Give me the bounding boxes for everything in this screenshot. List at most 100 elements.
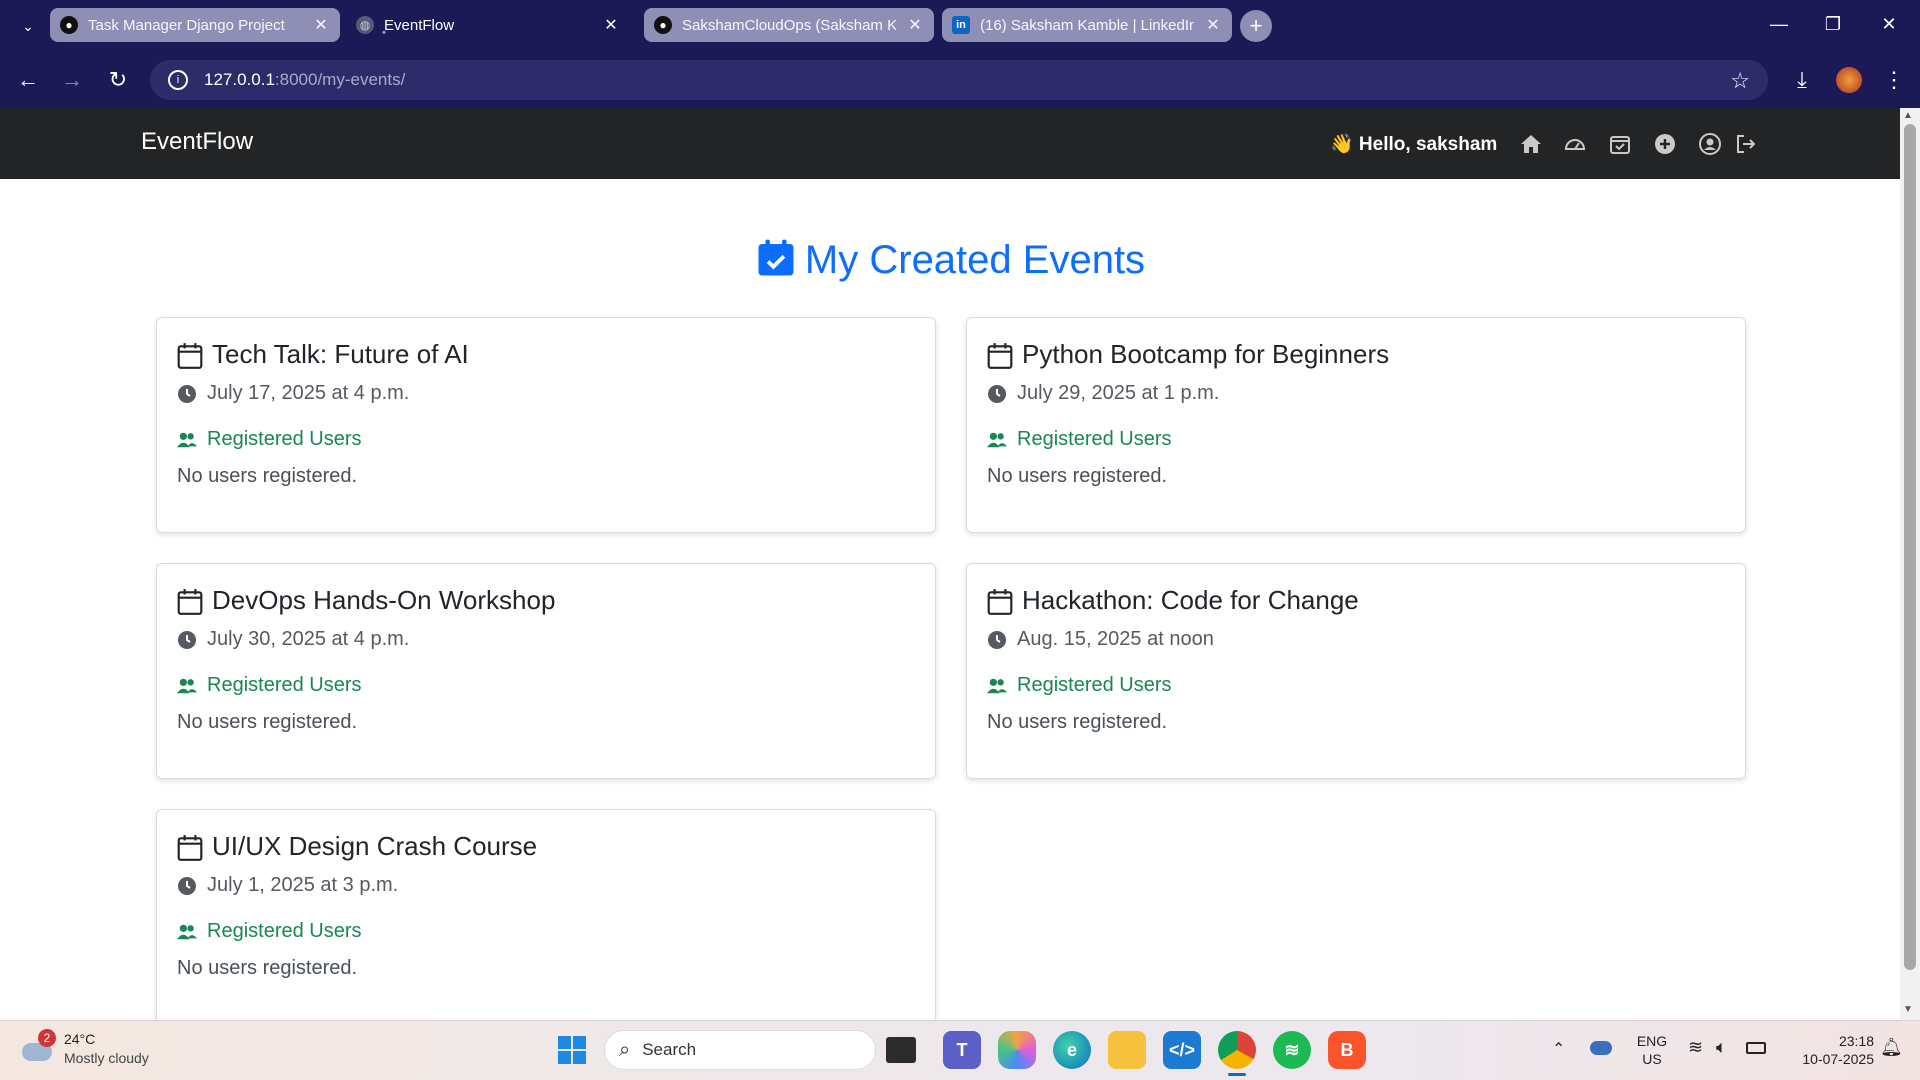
linkedin-icon: in — [952, 16, 970, 34]
profile-avatar[interactable] — [1836, 67, 1862, 93]
github-icon: ● — [60, 16, 78, 34]
scroll-up-icon[interactable]: ▲ — [1903, 110, 1913, 121]
back-icon[interactable]: ← — [12, 64, 44, 96]
window-close-icon[interactable]: ✕ — [1866, 6, 1912, 42]
user-circle-icon[interactable] — [1698, 132, 1722, 156]
tab-task-manager[interactable]: ● Task Manager Django Project ✕ — [50, 8, 340, 42]
copilot-icon[interactable] — [998, 1031, 1036, 1069]
event-date: July 1, 2025 at 3 p.m. — [207, 874, 399, 896]
weather-desc: Mostly cloudy — [64, 1050, 149, 1066]
file-explorer-icon[interactable] — [1108, 1031, 1146, 1069]
vscode-icon[interactable]: </> — [1163, 1031, 1201, 1069]
registered-users-empty: No users registered. — [177, 957, 358, 979]
address-bar[interactable]: i 127.0.0.1:8000/my-events/ ☆ — [150, 60, 1768, 100]
wifi-icon[interactable]: ≋ — [1688, 1037, 1703, 1058]
minimize-icon[interactable]: — — [1756, 6, 1802, 42]
battery-icon[interactable] — [1746, 1042, 1766, 1054]
language-indicator[interactable]: ENG US — [1630, 1032, 1674, 1068]
onedrive-icon[interactable] — [1590, 1041, 1612, 1055]
github-icon: ● — [654, 16, 672, 34]
taskbar-search[interactable]: ⌕ Search — [604, 1030, 876, 1070]
event-date: July 17, 2025 at 4 p.m. — [207, 382, 410, 404]
clock[interactable]: 23:18 10-07-2025 — [1780, 1032, 1874, 1068]
search-label: Search — [642, 1040, 697, 1059]
close-icon[interactable]: ✕ — [312, 15, 330, 35]
event-title: Tech Talk: Future of AI — [212, 339, 469, 369]
calendar-icon — [177, 835, 203, 861]
event-date: Aug. 15, 2025 at noon — [1017, 628, 1214, 650]
search-icon: ⌕ — [619, 1038, 631, 1061]
registered-users-empty: No users registered. — [987, 711, 1168, 733]
chevron-up-icon[interactable]: ⌃ — [1552, 1039, 1565, 1059]
notifications-icon[interactable]: 🔔︎ — [1880, 1037, 1903, 1058]
logout-icon[interactable] — [1734, 132, 1758, 156]
brand-logo[interactable]: EventFlow — [141, 128, 253, 156]
volume-icon[interactable]: 🔈︎ — [1716, 1037, 1727, 1058]
tab-github[interactable]: ● SakshamCloudOps (Saksham K ✕ — [644, 8, 934, 42]
event-date: July 30, 2025 at 4 p.m. — [207, 628, 410, 650]
brave-icon[interactable]: B — [1328, 1031, 1366, 1069]
site-navbar: EventFlow 👋 Hello, saksham — [0, 108, 1900, 179]
menu-icon[interactable]: ⋮ — [1878, 64, 1910, 96]
clock-date: 10-07-2025 — [1802, 1051, 1874, 1067]
globe-icon: ◍ — [356, 16, 374, 34]
weather-widget[interactable]: 2 24°C Mostly cloudy — [20, 1029, 180, 1073]
chrome-icon[interactable] — [1218, 1031, 1256, 1069]
active-app-indicator — [1228, 1073, 1246, 1076]
browser-chrome: ⌄ ● Task Manager Django Project ✕ ◍ Even… — [0, 0, 1920, 108]
weather-badge: 2 — [38, 1029, 56, 1047]
event-card: Hackathon: Code for Change Aug. 15, 2025… — [966, 563, 1746, 779]
users-icon — [177, 432, 197, 448]
registered-users-empty: No users registered. — [177, 465, 358, 487]
weather-temp: 24°C — [64, 1031, 96, 1047]
download-icon[interactable]: ⤓ — [1786, 64, 1818, 96]
tab-title: Task Manager Django Project — [88, 16, 285, 34]
restore-icon[interactable]: ❐ — [1810, 6, 1856, 42]
clock-icon — [178, 385, 196, 403]
clock-icon — [178, 631, 196, 649]
scrollbar-thumb[interactable] — [1904, 124, 1916, 970]
home-icon[interactable] — [1519, 132, 1543, 156]
tab-title: EventFlow — [384, 16, 455, 34]
users-icon — [987, 432, 1007, 448]
users-icon — [177, 678, 197, 694]
user-greeting: 👋 Hello, saksham — [1330, 134, 1498, 155]
close-icon[interactable]: ✕ — [906, 15, 924, 35]
registered-users-label: Registered Users — [207, 428, 362, 450]
site-info-icon[interactable]: i — [168, 70, 188, 90]
spotify-icon[interactable]: ≋ — [1273, 1031, 1311, 1069]
users-icon — [177, 924, 197, 940]
registered-users-label: Registered Users — [207, 674, 362, 696]
scroll-down-icon[interactable]: ▼ — [1903, 1004, 1913, 1015]
edge-icon[interactable]: e — [1053, 1031, 1091, 1069]
tab-eventflow[interactable]: ◍ EventFlow ✕ — [346, 8, 630, 42]
task-view-icon[interactable] — [886, 1037, 916, 1063]
language-line2: US — [1642, 1051, 1662, 1067]
registered-users-empty: No users registered. — [177, 711, 358, 733]
clock-icon — [988, 631, 1006, 649]
plus-circle-icon[interactable] — [1653, 132, 1677, 156]
registered-users-empty: No users registered. — [987, 465, 1168, 487]
windows-start-icon[interactable] — [553, 1031, 591, 1069]
event-title: Hackathon: Code for Change — [1022, 585, 1359, 615]
windows-taskbar: 2 24°C Mostly cloudy ⌕ Search T e </> ≋ … — [0, 1020, 1920, 1080]
page-content: My Created Events Tech Talk: Future of A… — [0, 179, 1900, 1020]
forward-icon[interactable]: → — [56, 64, 88, 96]
new-tab-button[interactable]: + — [1240, 10, 1272, 42]
close-icon[interactable]: ✕ — [1204, 15, 1222, 35]
tab-title: (16) Saksham Kamble | LinkedIn — [980, 16, 1194, 34]
teams-icon[interactable]: T — [943, 1031, 981, 1069]
bookmark-star-icon[interactable]: ☆ — [1730, 68, 1750, 94]
event-title: Python Bootcamp for Beginners — [1022, 339, 1390, 369]
clock-time: 23:18 — [1838, 1033, 1874, 1049]
tab-linkedin[interactable]: in (16) Saksham Kamble | LinkedIn ✕ — [942, 8, 1232, 42]
event-title: DevOps Hands-On Workshop — [212, 585, 556, 615]
event-card: UI/UX Design Crash Course July 1, 2025 a… — [156, 809, 936, 1020]
tab-list-button[interactable]: ⌄ — [14, 12, 42, 40]
calendar-check-icon[interactable] — [1608, 132, 1632, 156]
close-icon[interactable]: ✕ — [602, 15, 620, 35]
reload-icon[interactable]: ↻ — [102, 64, 134, 96]
clock-icon — [988, 385, 1006, 403]
event-card: DevOps Hands-On Workshop July 30, 2025 a… — [156, 563, 936, 779]
dashboard-icon[interactable] — [1563, 132, 1587, 156]
